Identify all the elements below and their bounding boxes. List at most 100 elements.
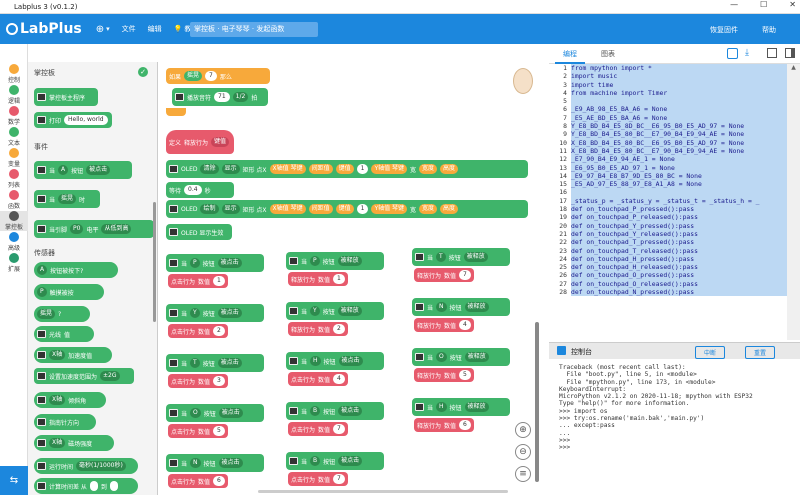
key-number[interactable]: 7	[459, 270, 471, 280]
scroll-up-icon[interactable]: ▲	[787, 64, 800, 71]
block-when-button[interactable]: 当 A 按钮 被点击	[34, 161, 132, 179]
console-output[interactable]: Traceback (most recent call last): File …	[549, 359, 800, 495]
event-dropdown[interactable]: 被点击	[218, 408, 243, 418]
reset-button[interactable]: 重置	[745, 346, 776, 359]
key-number[interactable]: 1	[333, 274, 345, 284]
code-line[interactable]: 20 def on_touchpad_Y_pressed():pass	[549, 221, 787, 230]
sidebar-category[interactable]: 扩展	[0, 253, 28, 273]
block-oled-show[interactable]: OLED 显示生效	[166, 224, 232, 240]
block-call-action[interactable]: 点击行为 数值 2	[168, 324, 228, 338]
key-value[interactable]: 键值	[335, 204, 354, 214]
pad-dropdown[interactable]: H	[310, 356, 321, 366]
key-number[interactable]: 4	[459, 320, 471, 330]
block-arg[interactable]: 摇晃	[184, 71, 203, 81]
sidebar-category[interactable]: 控制	[0, 64, 28, 84]
block-when-touch[interactable]: 当 O 按钮 被点击	[166, 404, 264, 422]
block-when-shake[interactable]: 当摇晃时	[34, 190, 100, 208]
pad-dropdown[interactable]: P	[310, 256, 320, 266]
shape-dropdown[interactable]: 显示	[221, 164, 240, 174]
event-dropdown[interactable]: 被点击	[217, 258, 242, 268]
block-call-action[interactable]: 点击行为 数值 5	[168, 424, 228, 438]
block-when-touch[interactable]: 当 B 按钮 被点击	[286, 452, 384, 470]
key-number[interactable]: 3	[213, 376, 225, 386]
event-dropdown[interactable]: 被释放	[464, 302, 489, 312]
key-number[interactable]: 1	[213, 276, 225, 286]
block-when-touch[interactable]: 当 B 按钮 被点击	[286, 402, 384, 420]
block-oled-draw-rect[interactable]: OLED 绘制 显示 矩形 点X X轴值 琴键 间距值 键值 1 Y轴值 琴键宽宽度 高度	[166, 200, 528, 218]
number-value[interactable]: 1	[356, 164, 369, 174]
mode-dropdown[interactable]: 绘制	[200, 204, 219, 214]
block-when-touch[interactable]: 当 N 按钮 被释放	[412, 298, 510, 316]
upload-icon[interactable]	[727, 48, 738, 59]
close-button[interactable]: ✕	[789, 0, 796, 9]
code-line[interactable]: 3 import time	[549, 80, 787, 89]
button-dropdown[interactable]: A	[37, 265, 48, 275]
block-when-touch[interactable]: 当 P 按钮 被释放	[286, 252, 384, 270]
width-value[interactable]: 宽度	[419, 204, 438, 214]
event-dropdown[interactable]: 被释放	[464, 352, 489, 362]
code-line[interactable]: 6 _E9_AB_98_E5_BA_A6 = None	[549, 105, 787, 114]
axis-dropdown[interactable]: X轴	[49, 350, 66, 360]
code-editor[interactable]: 1 from mpython import * 2 import music 3 impo…	[549, 64, 787, 340]
code-line[interactable]: 8 Y_E8_BD_B4_E5_8D_BC__E6_95_B0_E5_AD_97 …	[549, 122, 787, 131]
block-when-touch[interactable]: 当 T 按钮 被点击	[166, 354, 264, 372]
axis-dropdown[interactable]: X轴	[49, 438, 66, 448]
to-slot[interactable]	[109, 481, 118, 491]
key-number[interactable]: 2	[213, 326, 225, 336]
block-when-touch[interactable]: 当 N 按钮 被点击	[166, 454, 264, 472]
pad-dropdown[interactable]: B	[310, 406, 321, 416]
block-define-function[interactable]: 定义 释放行为 键值	[166, 130, 234, 154]
height-value[interactable]: 高度	[440, 204, 459, 214]
code-line[interactable]: 5	[549, 97, 787, 106]
code-line[interactable]: 24 def on_touchpad_H_pressed():pass	[549, 254, 787, 264]
block-main-program[interactable]: 掌控板主程序	[34, 88, 98, 106]
block-when-touch[interactable]: 当 P 按钮 被点击	[166, 254, 264, 272]
code-line[interactable]: 2 import music	[549, 72, 787, 81]
code-line[interactable]: 27 def on_touchpad_O_released():pass	[549, 279, 787, 289]
block-when-touch[interactable]: 当 Y 按钮 被点击	[166, 304, 264, 322]
code-line[interactable]: 26 def on_touchpad_O_pressed():pass	[549, 271, 787, 280]
mode-dropdown[interactable]: 清除	[200, 164, 219, 174]
code-line[interactable]: 10 X_E8_BD_B4_E5_80_BC__E6_95_B0_E5_AD_97…	[549, 138, 787, 147]
sidebar-category[interactable]: 变量	[0, 148, 28, 168]
block-print[interactable]: 打印 Hello, world	[34, 112, 112, 128]
code-line[interactable]: 4 from machine import Timer	[549, 88, 787, 98]
code-line[interactable]: 18 def on_touchpad_P_pressed():pass	[549, 205, 787, 214]
sidebar-category[interactable]: 高级	[0, 232, 28, 252]
key-number[interactable]: 5	[459, 370, 471, 380]
sidebar-category[interactable]: 文本	[0, 127, 28, 147]
code-line[interactable]: 25 def on_touchpad_H_released():pass	[549, 263, 787, 272]
restore-firmware-button[interactable]: 恢复固件	[710, 25, 738, 35]
pad-dropdown[interactable]: O	[436, 352, 447, 362]
code-line[interactable]: 12 _E7_90_B4_E9_94_AE_1 = None	[549, 155, 787, 164]
pad-dropdown[interactable]: T	[190, 358, 200, 368]
palette-scrollbar[interactable]	[153, 202, 156, 322]
button-dropdown[interactable]: A	[58, 165, 69, 175]
note-value[interactable]: 71	[214, 92, 230, 102]
block-when-touch[interactable]: 当 T 按钮 被释放	[412, 248, 510, 266]
menu-file[interactable]: 文件	[122, 24, 136, 34]
block-call-action[interactable]: 点击行为 数值 7	[288, 472, 348, 486]
code-line[interactable]: 15 _E5_AD_97_E5_88_97_E8_A1_A8 = None	[549, 180, 787, 189]
block-compass[interactable]: 指南针方向	[34, 414, 96, 430]
code-line[interactable]: 21 def on_touchpad_Y_released():pass	[549, 229, 787, 239]
block-wait[interactable]: 等待 0.4 秒	[166, 182, 234, 198]
block-call-action[interactable]: 点击行为 数值 4	[288, 372, 348, 386]
pad-dropdown[interactable]: Y	[190, 308, 200, 318]
block-when-touch[interactable]: 当 H 按钮 被点击	[286, 352, 384, 370]
y-value[interactable]: Y轴值 琴键	[371, 164, 408, 174]
block-acceleration[interactable]: X轴 加速度值	[34, 347, 112, 363]
key-number[interactable]: 2	[333, 324, 345, 334]
code-scrollbar[interactable]: ▲	[787, 64, 800, 340]
code-line[interactable]: 9 Y_E8_BD_B4_E5_80_BC__E7_90_B4_E9_94_AE …	[549, 130, 787, 139]
from-slot[interactable]	[89, 481, 98, 491]
interrupt-button[interactable]: 中断	[695, 346, 726, 359]
block-if[interactable]: 如果 摇晃 7 那么	[166, 68, 270, 84]
block-touch-pressed[interactable]: P 触摸被按	[34, 284, 104, 300]
block-oled-clear-rect[interactable]: OLED 清除 显示 矩形 点X X轴值 琴键 间距值 键值 1 Y轴值 琴键宽宽度 高度	[166, 160, 528, 178]
code-line[interactable]: 7 _E5_AE_BD_E5_BA_A6 = None	[549, 113, 787, 123]
layout-icon[interactable]	[785, 48, 795, 58]
block-value[interactable]: 7	[205, 71, 217, 81]
gesture-dropdown[interactable]: 摇晃	[58, 194, 77, 204]
pad-dropdown[interactable]: T	[436, 252, 446, 262]
